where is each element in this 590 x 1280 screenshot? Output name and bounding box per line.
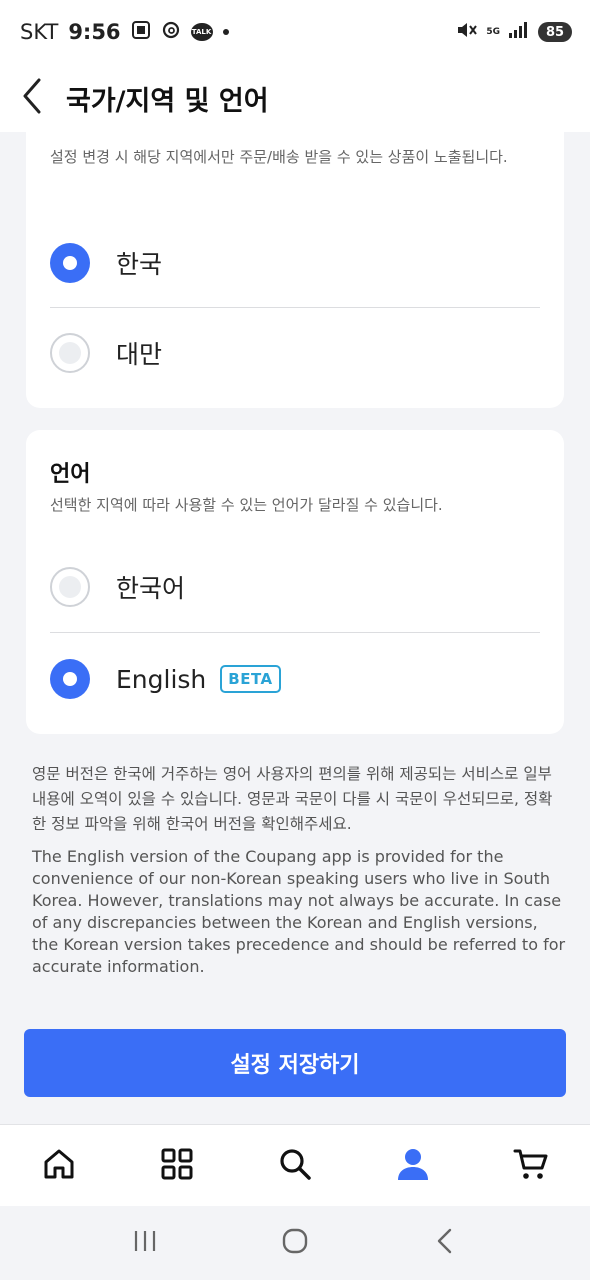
battery-indicator: 85 [538,22,572,42]
language-card: 언어 선택한 지역에 따라 사용할 수 있는 언어가 달라질 수 있습니다. 한… [26,430,564,734]
language-heading: 언어 [50,462,91,487]
system-back-button[interactable] [415,1213,475,1273]
header: 국가/지역 및 언어 [0,64,590,132]
kakaotalk-icon: TALK [190,23,213,41]
radio-unselected-icon[interactable] [50,567,90,607]
chevron-left-icon [21,78,43,118]
threads-icon [161,20,181,45]
language-option-korean[interactable]: 한국어 [50,542,540,632]
network-type: 5G [486,26,500,37]
home-button[interactable] [265,1213,325,1273]
radio-selected-icon[interactable] [50,659,90,699]
nav-my-page[interactable] [381,1134,445,1198]
language-description: 선택한 지역에 따라 사용할 수 있는 언어가 달라질 수 있습니다. [50,496,443,514]
region-option-taiwan[interactable]: 대만 [50,308,540,398]
home-circle-icon [281,1227,309,1259]
region-option-korea[interactable]: 한국 [50,218,540,308]
search-icon [278,1147,312,1185]
notice-english: The English version of the Coupang app i… [32,847,566,976]
system-nav [0,1206,590,1280]
divider [50,632,540,633]
region-card: 설정 변경 시 해당 지역에서만 주문/배송 받을 수 있는 상품이 노출됩니다… [26,132,564,408]
recent-apps-button[interactable] [115,1213,175,1273]
nav-home[interactable] [27,1134,91,1198]
clock: 9:56 [68,20,121,44]
region-option-label: 대만 [116,340,163,369]
language-option-label: English [116,664,207,694]
carrier-label: SKT [20,20,59,44]
cart-icon [513,1147,549,1185]
grid-icon [160,1147,194,1185]
save-settings-button[interactable]: 설정 저장하기 [24,1029,566,1097]
radio-unselected-icon[interactable] [50,333,90,373]
nav-cart[interactable] [499,1134,563,1198]
region-option-label: 한국 [116,250,163,279]
signal-icon [508,20,530,44]
language-option-english[interactable]: English BETA [50,634,540,724]
nav-categories[interactable] [145,1134,209,1198]
status-bar: SKT 9:56 TALK 5G 85 [0,0,590,64]
profile-icon [395,1147,431,1185]
notification-dot-icon [222,29,229,35]
page-title: 국가/지역 및 언어 [66,85,269,117]
screenshot-icon [131,20,151,45]
language-option-label: 한국어 [116,574,186,603]
region-description: 설정 변경 시 해당 지역에서만 주문/배송 받을 수 있는 상품이 노출됩니다… [50,148,508,166]
back-arrow-icon [435,1227,455,1259]
status-right: 5G 85 [456,20,572,44]
nav-search[interactable] [263,1134,327,1198]
back-button[interactable] [0,64,64,132]
beta-badge: BETA [220,665,281,693]
notice-korean: 영문 버전은 한국에 거주하는 영어 사용자의 편의를 위해 제공되는 서비스로… [32,765,553,833]
bottom-nav [0,1124,590,1206]
mute-icon [456,20,478,44]
recent-apps-icon [132,1229,158,1257]
radio-selected-icon[interactable] [50,243,90,283]
home-icon [42,1147,76,1185]
status-left: SKT 9:56 TALK [20,20,229,45]
